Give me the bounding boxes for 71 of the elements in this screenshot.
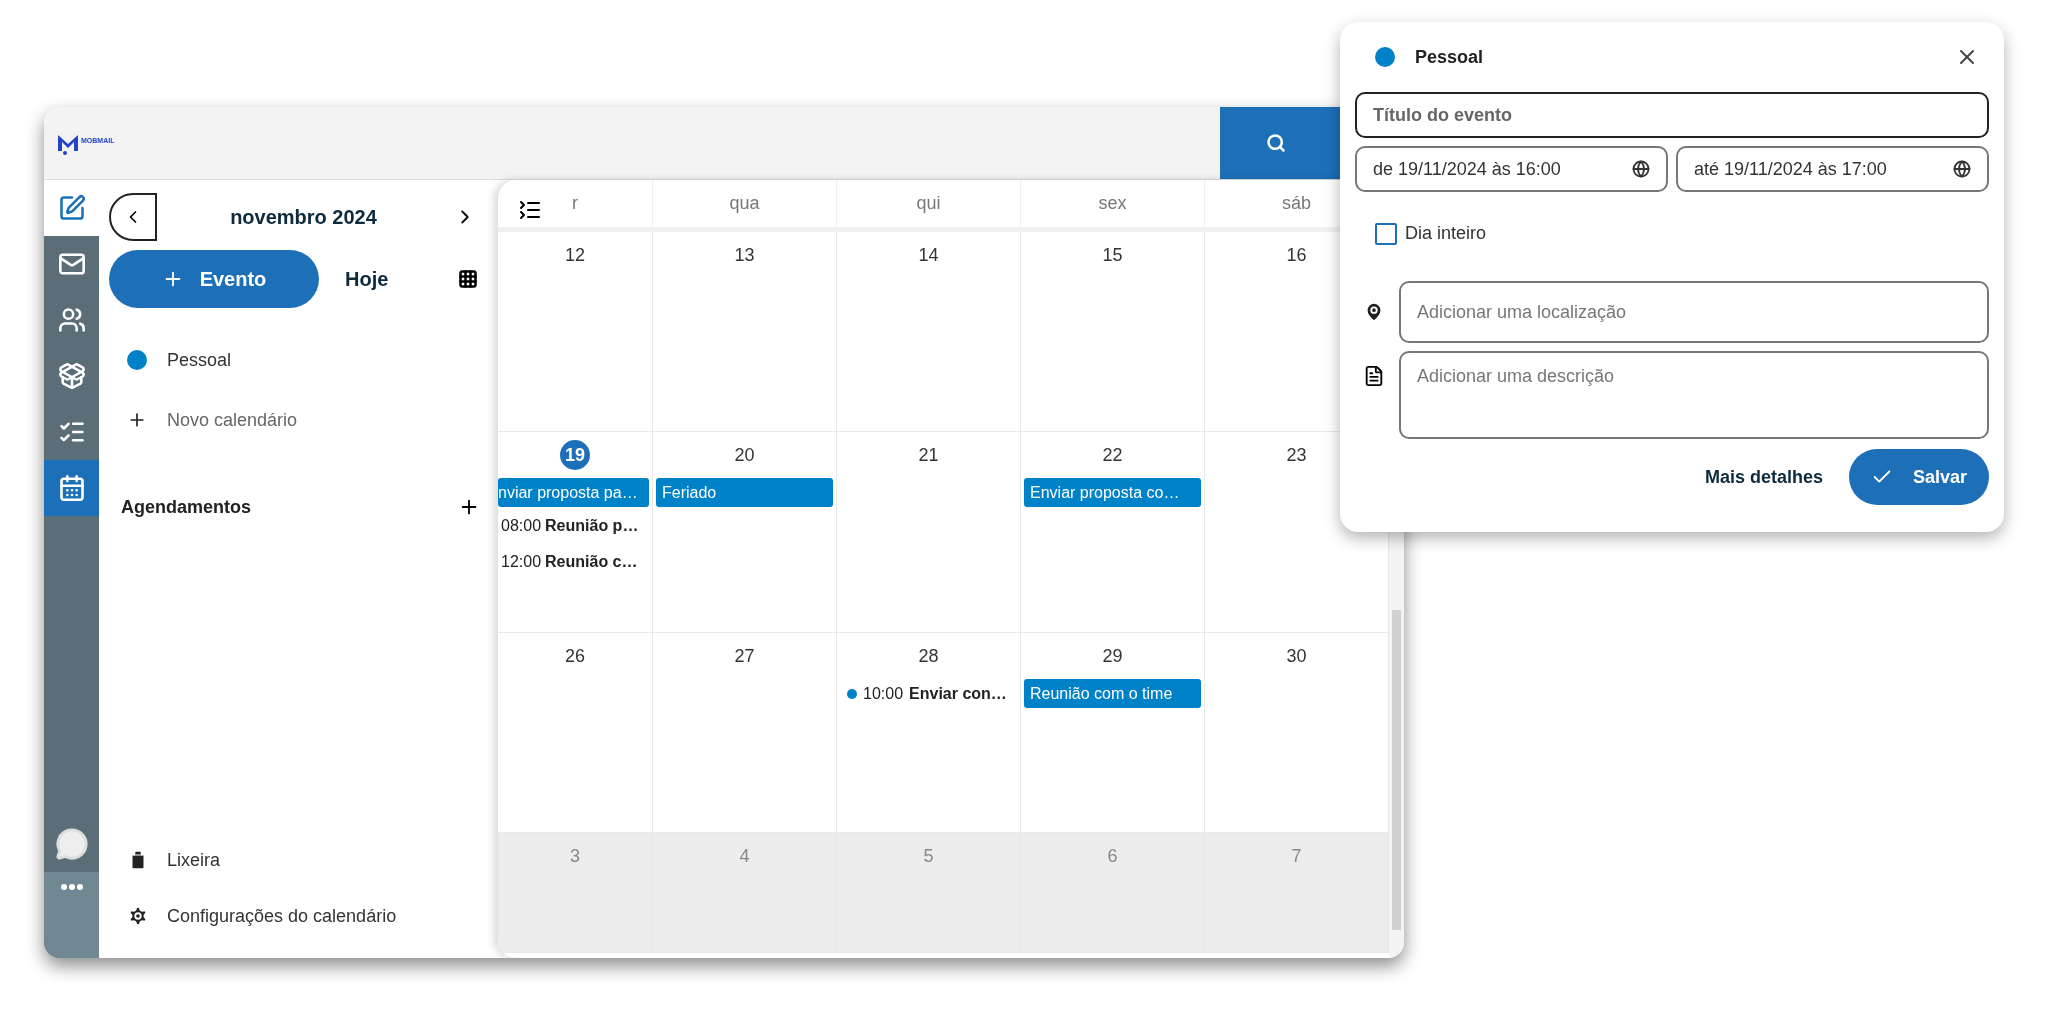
scrollbar-thumb[interactable]: [1392, 610, 1401, 930]
save-button[interactable]: Salvar: [1849, 449, 1989, 505]
day-number: 26: [565, 644, 585, 668]
new-calendar-button[interactable]: Novo calendário: [109, 390, 480, 450]
day-number: 3: [570, 844, 580, 868]
location-field[interactable]: Adicionar uma localização: [1399, 281, 1989, 343]
more-details-button[interactable]: Mais detalhes: [1704, 463, 1823, 491]
day-number: 28: [918, 644, 939, 668]
month-title: novembro 2024: [229, 205, 378, 230]
weekday-label: sáb: [1282, 192, 1311, 215]
day-number: 23: [1286, 443, 1307, 467]
day-cell[interactable]: 20 Feriado: [653, 432, 837, 632]
grid-view-icon[interactable]: [458, 269, 478, 289]
search-icon: [1266, 133, 1286, 153]
date-field[interactable]: de 19/11/2024 às 16:00: [1355, 146, 1668, 192]
day-number: 5: [923, 844, 934, 868]
event-bar[interactable]: Enviar proposta co…: [1024, 478, 1201, 507]
new-event-button[interactable]: Evento: [109, 250, 319, 308]
event-entry[interactable]: 12:00 Reunião c…: [498, 545, 652, 579]
settings-icon: [127, 905, 149, 927]
day-number: 29: [1102, 644, 1123, 668]
day-number: 27: [734, 644, 755, 668]
day-number: 21: [918, 443, 939, 467]
all-day-label: Dia inteiro: [1405, 222, 1487, 245]
globe-icon: [1953, 160, 1971, 178]
day-cell[interactable]: 12: [498, 232, 653, 431]
compose-icon: [57, 194, 86, 222]
mail-icon: [57, 250, 86, 278]
day-cell[interactable]: 26: [498, 633, 653, 832]
title-field[interactable]: Título do evento: [1355, 92, 1989, 138]
calendar-name: Pessoal: [1415, 45, 1485, 69]
more-icon: [60, 884, 83, 890]
today-marker: 19: [560, 440, 590, 470]
calendar-name[interactable]: Pessoal: [167, 346, 232, 374]
day-number: 13: [734, 243, 755, 267]
event-bar[interactable]: Reunião com o time: [1024, 679, 1201, 708]
previous-month-button[interactable]: [109, 193, 157, 241]
weekday-label: sex: [1098, 192, 1127, 215]
weekday-label: qua: [729, 192, 760, 215]
day-number: 4: [739, 844, 750, 868]
box-icon: [57, 362, 86, 390]
event-bar[interactable]: nviar proposta pa…: [498, 478, 649, 507]
day-cell[interactable]: 22 Enviar proposta co…: [1021, 432, 1205, 632]
event-entry[interactable]: 10:00 Enviar con…: [837, 679, 1020, 708]
event-entry[interactable]: 08:00 Reunião p…: [498, 509, 652, 543]
weekday-label: r: [572, 192, 578, 215]
day-cell[interactable]: 19 nviar proposta pa… 08:00 Reunião p… 12:00 Reunião c…: [498, 432, 653, 632]
day-number: 30: [1286, 644, 1307, 668]
all-day-checkbox[interactable]: [1375, 222, 1397, 245]
day-number: 16: [1286, 243, 1307, 267]
day-number: 20: [734, 443, 755, 467]
day-number: 7: [1291, 844, 1302, 868]
day-number: 15: [1102, 243, 1123, 267]
description-icon: [1363, 365, 1385, 387]
sidebar-link[interactable]: Lixeira: [109, 832, 480, 888]
day-cell[interactable]: 29 Reunião com o time: [1021, 633, 1205, 832]
date-field[interactable]: até 19/11/2024 às 17:00: [1676, 146, 1989, 192]
chat-icon: [54, 827, 89, 861]
section-title: Agendamentos: [121, 495, 253, 519]
globe-icon: [1632, 160, 1650, 178]
day-number: 22: [1102, 443, 1123, 467]
day-number: 6: [1107, 844, 1118, 868]
people-icon: [57, 306, 86, 334]
day-number: 12: [565, 243, 585, 267]
today-button[interactable]: Hoje: [345, 264, 389, 294]
event-bar[interactable]: Feriado: [656, 478, 833, 507]
day-number: 14: [918, 243, 939, 267]
sidebar-link[interactable]: Configurações do calendário: [109, 888, 480, 944]
calendar-icon: [57, 474, 86, 502]
weekday-label: qui: [916, 192, 941, 215]
description-field[interactable]: Adicionar uma descrição: [1399, 351, 1989, 439]
